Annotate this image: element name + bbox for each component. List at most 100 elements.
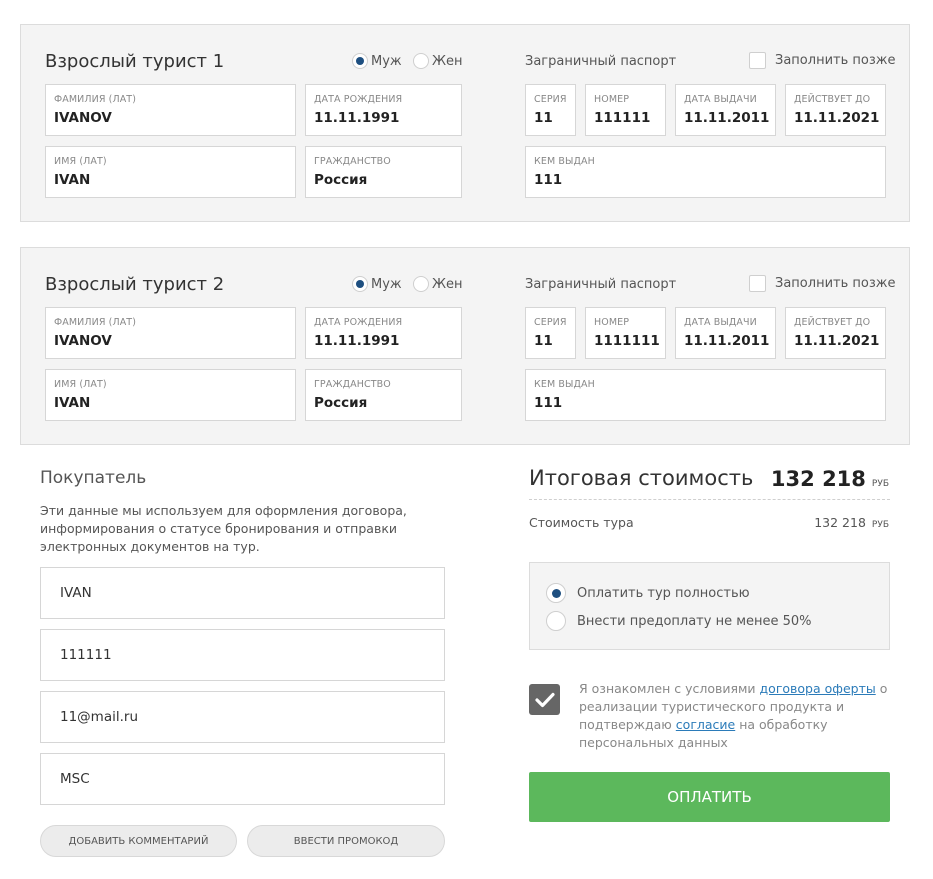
pay-full-label: Оплатить тур полностью: [577, 585, 750, 601]
last-name-field[interactable]: Фамилия (лат) IVANOV: [45, 307, 296, 359]
radio-female[interactable]: [413, 276, 429, 292]
passport-number-field[interactable]: Номер 1111111: [585, 307, 666, 359]
buyer-email-input[interactable]: [40, 691, 445, 743]
checkmark-icon: [534, 692, 555, 707]
passport-issued-by-field[interactable]: Кем выдан 111: [525, 146, 886, 198]
buyer-title: Покупатель: [40, 468, 147, 488]
tourist-title: Взрослый турист 1: [45, 51, 225, 72]
field-value[interactable]: 111: [534, 395, 562, 411]
tourist-title: Взрослый турист 2: [45, 274, 225, 295]
total-amount: 132 218 руб: [771, 467, 889, 491]
field-label: Дата рождения: [314, 317, 403, 328]
birth-date-field[interactable]: Дата рождения 11.11.1991: [305, 84, 462, 136]
fill-later-option[interactable]: Заполнить позже: [749, 275, 895, 292]
tourist-card-1: Взрослый турист 1 Муж Жен Заграничный па…: [20, 24, 910, 222]
currency-label: руб: [871, 479, 889, 489]
citizenship-field[interactable]: Гражданство Россия: [305, 146, 462, 198]
field-value[interactable]: Россия: [314, 395, 367, 411]
passport-valid-until-field[interactable]: Действует до 11.11.2021: [785, 307, 886, 359]
summary-divider: [529, 499, 890, 500]
gender-female-label: Жен: [432, 53, 463, 69]
total-amount-value: 132 218: [770, 467, 866, 491]
fill-later-label: Заполнить позже: [775, 53, 896, 68]
radio-female[interactable]: [413, 53, 429, 69]
field-label: Имя (лат): [54, 156, 107, 167]
field-value[interactable]: 111: [534, 172, 562, 188]
field-label: Кем выдан: [534, 379, 595, 390]
field-value[interactable]: 11.11.2011: [684, 110, 769, 126]
promo-code-button[interactable]: Ввести промокод: [247, 825, 445, 857]
passport-issue-date-field[interactable]: Дата выдачи 11.11.2011: [675, 84, 776, 136]
gender-male-option[interactable]: Муж: [352, 53, 402, 69]
passport-valid-until-field[interactable]: Действует до 11.11.2021: [785, 84, 886, 136]
field-label: Номер: [594, 317, 630, 328]
gender-male-label: Муж: [371, 276, 402, 292]
field-label: Гражданство: [314, 156, 391, 167]
field-label: Действует до: [794, 317, 871, 328]
field-value[interactable]: IVAN: [54, 172, 90, 188]
buyer-phone-input[interactable]: [40, 629, 445, 681]
gender-female-label: Жен: [432, 276, 463, 292]
gender-female-option[interactable]: Жен: [413, 276, 463, 292]
buyer-city-input[interactable]: [40, 753, 445, 805]
field-value[interactable]: 11.11.2021: [794, 110, 879, 126]
field-value[interactable]: IVANOV: [54, 333, 112, 349]
field-value[interactable]: 11.11.2011: [684, 333, 769, 349]
field-value[interactable]: 11.11.1991: [314, 333, 399, 349]
buyer-description: Эти данные мы используем для оформления …: [40, 503, 407, 554]
field-value[interactable]: 11.11.1991: [314, 110, 399, 126]
passport-number-field[interactable]: Номер 111111: [585, 84, 666, 136]
pay-button[interactable]: Оплатить: [529, 772, 890, 822]
field-value[interactable]: IVAN: [54, 395, 90, 411]
fill-later-checkbox[interactable]: [749, 275, 766, 292]
last-name-field[interactable]: Фамилия (лат) IVANOV: [45, 84, 296, 136]
field-value[interactable]: IVANOV: [54, 110, 112, 126]
radio-male[interactable]: [352, 276, 368, 292]
first-name-field[interactable]: Имя (лат) IVAN: [45, 146, 296, 198]
radio-male[interactable]: [352, 53, 368, 69]
consent-link[interactable]: согласие: [676, 717, 735, 732]
payment-options: Оплатить тур полностью Внести предоплату…: [529, 562, 890, 650]
field-value[interactable]: 1111111: [594, 333, 660, 349]
fill-later-checkbox[interactable]: [749, 52, 766, 69]
passport-issued-by-field[interactable]: Кем выдан 111: [525, 369, 886, 421]
radio-pay-full[interactable]: [546, 583, 566, 603]
field-label: Гражданство: [314, 379, 391, 390]
agree-checkbox[interactable]: [529, 684, 560, 715]
add-comment-button[interactable]: Добавить комментарий: [40, 825, 237, 857]
birth-date-field[interactable]: Дата рождения 11.11.1991: [305, 307, 462, 359]
gender-female-option[interactable]: Жен: [413, 53, 463, 69]
pay-partial-option[interactable]: Внести предоплату не менее 50%: [546, 611, 812, 631]
field-label: Имя (лат): [54, 379, 107, 390]
gender-male-option[interactable]: Муж: [352, 276, 402, 292]
field-label: Номер: [594, 94, 630, 105]
passport-series-field[interactable]: Серия 11: [525, 307, 576, 359]
field-label: Дата выдачи: [684, 94, 757, 105]
buyer-name-input[interactable]: [40, 567, 445, 619]
field-value[interactable]: 111111: [594, 110, 650, 126]
offer-contract-link[interactable]: договора оферты: [760, 681, 876, 696]
field-label: Фамилия (лат): [54, 317, 137, 328]
gender-male-label: Муж: [371, 53, 402, 69]
agree-text: Я ознакомлен с условиями договора оферты…: [579, 680, 889, 752]
radio-pay-partial[interactable]: [546, 611, 566, 631]
field-label: Дата выдачи: [684, 317, 757, 328]
field-value[interactable]: Россия: [314, 172, 367, 188]
tour-cost-amount: 132 218 руб: [814, 515, 889, 530]
fill-later-option[interactable]: Заполнить позже: [749, 52, 895, 69]
citizenship-field[interactable]: Гражданство Россия: [305, 369, 462, 421]
total-title: Итоговая стоимость: [529, 466, 754, 490]
field-label: Фамилия (лат): [54, 94, 137, 105]
field-value[interactable]: 11.11.2021: [794, 333, 879, 349]
passport-title: Заграничный паспорт: [525, 54, 677, 69]
field-value[interactable]: 11: [534, 333, 553, 349]
fill-later-label: Заполнить позже: [775, 276, 896, 291]
passport-series-field[interactable]: Серия 11: [525, 84, 576, 136]
passport-issue-date-field[interactable]: Дата выдачи 11.11.2011: [675, 307, 776, 359]
tourist-card-2: Взрослый турист 2 Муж Жен Заграничный па…: [20, 247, 910, 445]
field-value[interactable]: 11: [534, 110, 553, 126]
first-name-field[interactable]: Имя (лат) IVAN: [45, 369, 296, 421]
field-label: Действует до: [794, 94, 871, 105]
pay-full-option[interactable]: Оплатить тур полностью: [546, 583, 750, 603]
field-label: Серия: [534, 94, 567, 105]
